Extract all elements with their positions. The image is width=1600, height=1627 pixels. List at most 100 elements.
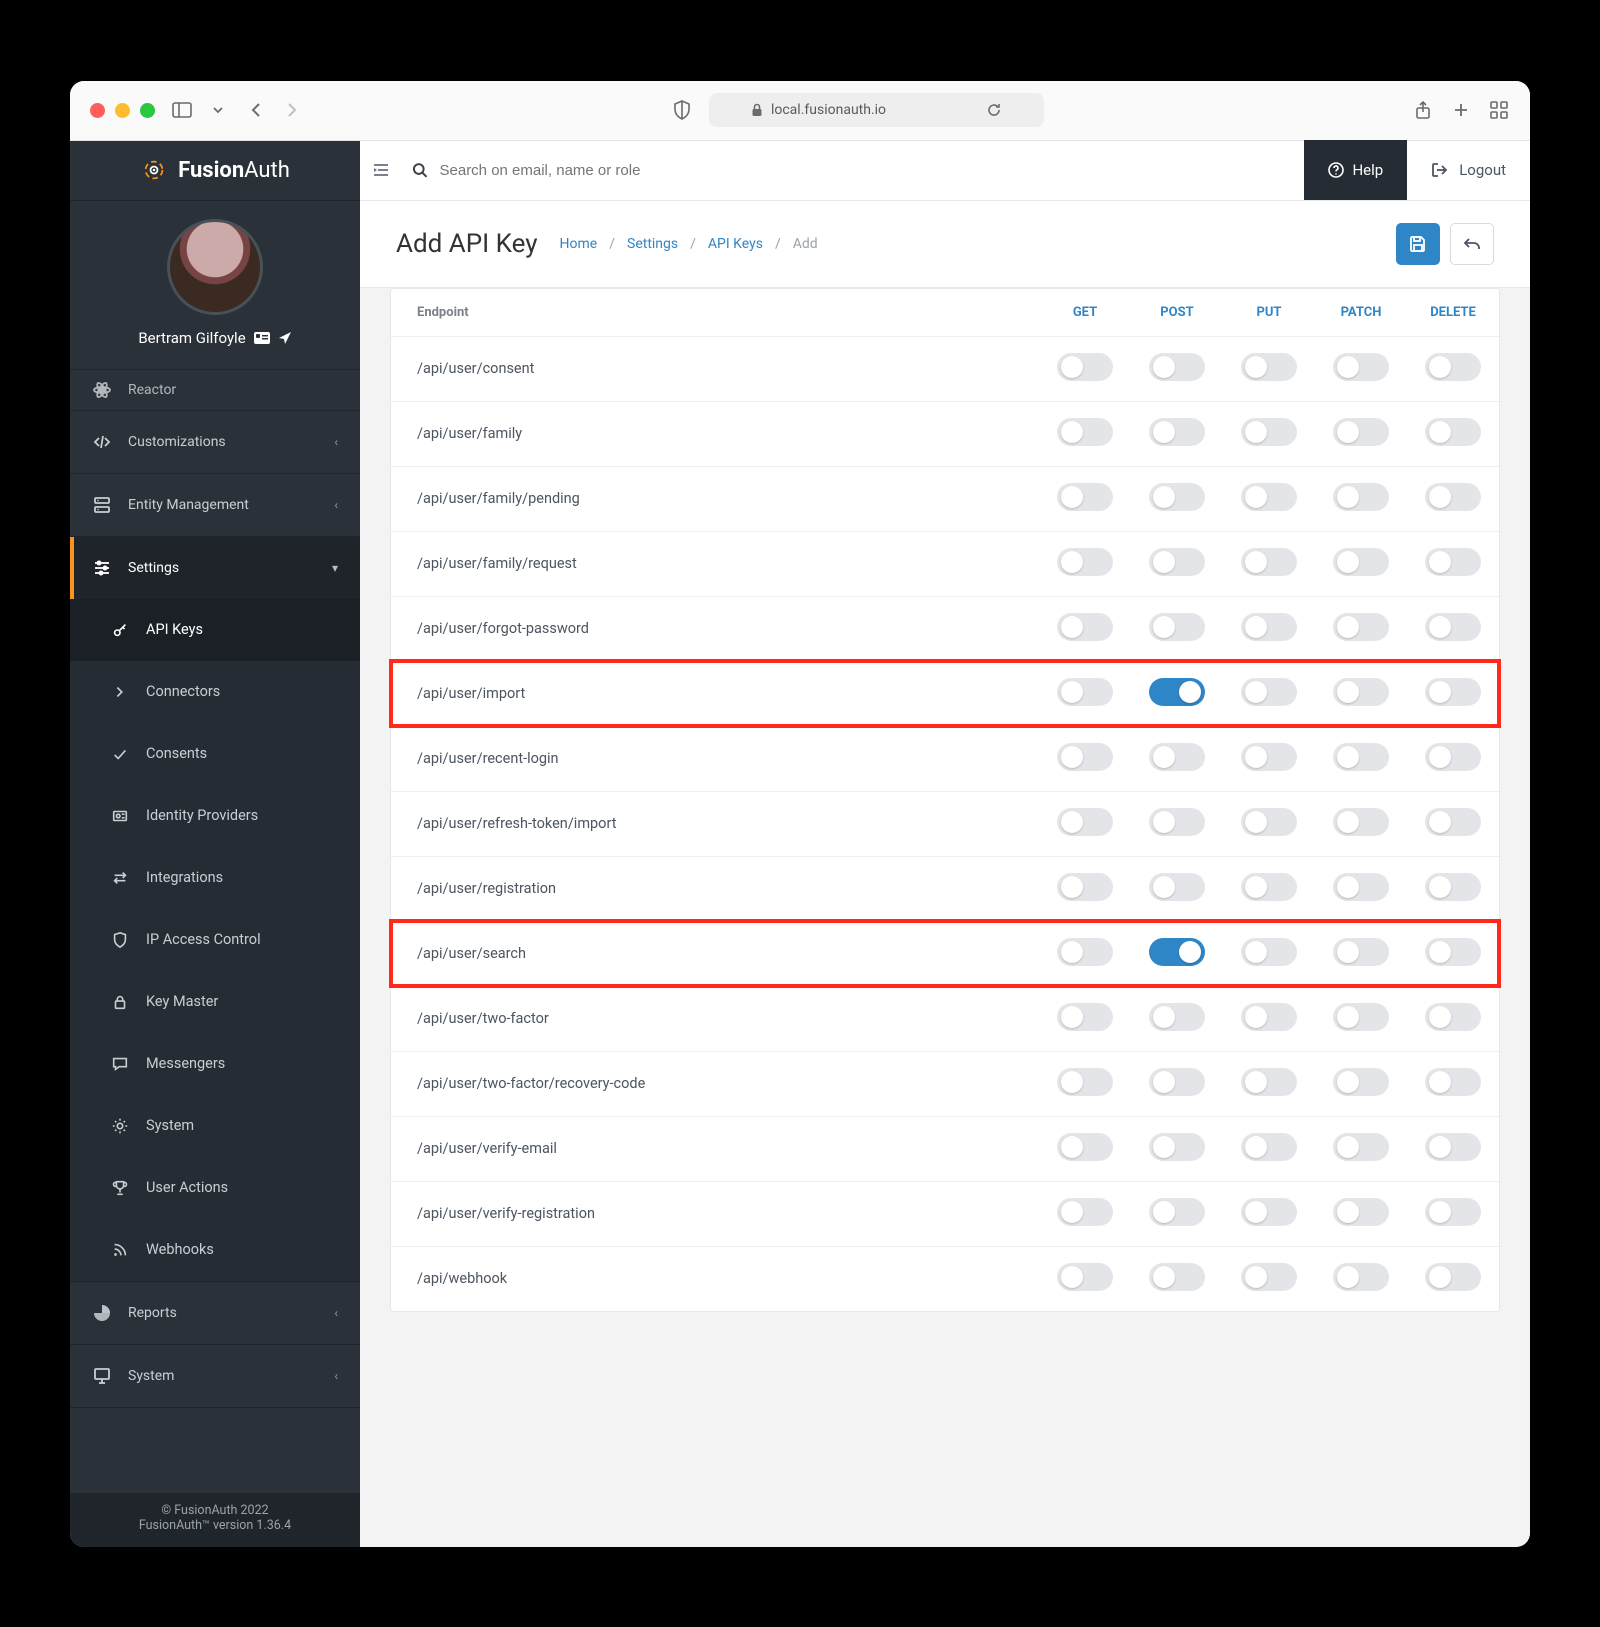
toggle-put[interactable] bbox=[1241, 548, 1297, 576]
sidebar-item-reactor[interactable]: Reactor bbox=[70, 370, 360, 410]
toggle-get[interactable] bbox=[1057, 678, 1113, 706]
chevron-down-icon[interactable] bbox=[207, 105, 229, 115]
toggle-put[interactable] bbox=[1241, 613, 1297, 641]
sidebar-item-webhooks[interactable]: Webhooks bbox=[70, 1219, 360, 1281]
col-put[interactable]: PUT bbox=[1223, 289, 1315, 337]
col-delete[interactable]: DELETE bbox=[1407, 289, 1499, 337]
toggle-delete[interactable] bbox=[1425, 808, 1481, 836]
toggle-patch[interactable] bbox=[1333, 1133, 1389, 1161]
search-box[interactable] bbox=[402, 162, 1304, 179]
toggle-get[interactable] bbox=[1057, 1198, 1113, 1226]
toggle-put[interactable] bbox=[1241, 353, 1297, 381]
sidebar-icon[interactable] bbox=[171, 102, 193, 118]
toggle-delete[interactable] bbox=[1425, 418, 1481, 446]
toggle-delete[interactable] bbox=[1425, 1198, 1481, 1226]
sidebar-item-customizations[interactable]: Customizations ‹ bbox=[70, 411, 360, 473]
toggle-get[interactable] bbox=[1057, 613, 1113, 641]
sidebar-item-ip access control[interactable]: IP Access Control bbox=[70, 909, 360, 971]
toggle-get[interactable] bbox=[1057, 1068, 1113, 1096]
toggle-patch[interactable] bbox=[1333, 483, 1389, 511]
toggle-post[interactable] bbox=[1149, 483, 1205, 511]
toggle-post[interactable] bbox=[1149, 613, 1205, 641]
tabs-grid-icon[interactable] bbox=[1488, 101, 1510, 119]
col-patch[interactable]: PATCH bbox=[1315, 289, 1407, 337]
toggle-delete[interactable] bbox=[1425, 678, 1481, 706]
search-input[interactable] bbox=[440, 162, 1295, 179]
toggle-delete[interactable] bbox=[1425, 1263, 1481, 1291]
help-button[interactable]: Help bbox=[1304, 140, 1407, 200]
sidebar-item-connectors[interactable]: Connectors bbox=[70, 661, 360, 723]
toggle-patch[interactable] bbox=[1333, 1003, 1389, 1031]
toggle-patch[interactable] bbox=[1333, 678, 1389, 706]
vcard-icon[interactable] bbox=[254, 332, 270, 344]
privacy-shield-icon[interactable] bbox=[671, 100, 693, 120]
toggle-post[interactable] bbox=[1149, 1198, 1205, 1226]
toggle-patch[interactable] bbox=[1333, 743, 1389, 771]
sidebar-item-api keys[interactable]: API Keys bbox=[70, 599, 360, 661]
toggle-put[interactable] bbox=[1241, 938, 1297, 966]
toggle-patch[interactable] bbox=[1333, 353, 1389, 381]
toggle-put[interactable] bbox=[1241, 1133, 1297, 1161]
toggle-post[interactable] bbox=[1149, 353, 1205, 381]
toggle-get[interactable] bbox=[1057, 1133, 1113, 1161]
sidebar-item-messengers[interactable]: Messengers bbox=[70, 1033, 360, 1095]
toggle-delete[interactable] bbox=[1425, 483, 1481, 511]
toggle-put[interactable] bbox=[1241, 873, 1297, 901]
reload-icon[interactable] bbox=[986, 102, 1002, 118]
toggle-get[interactable] bbox=[1057, 1263, 1113, 1291]
maximize-window-icon[interactable] bbox=[140, 103, 155, 118]
toggle-post[interactable] bbox=[1149, 1133, 1205, 1161]
toggle-delete[interactable] bbox=[1425, 548, 1481, 576]
save-button[interactable] bbox=[1396, 223, 1440, 265]
toggle-get[interactable] bbox=[1057, 873, 1113, 901]
sidebar-item-settings[interactable]: Settings ▾ bbox=[70, 537, 360, 599]
sidebar-item-system[interactable]: System ‹ bbox=[70, 1345, 360, 1407]
toggle-get[interactable] bbox=[1057, 483, 1113, 511]
sidebar-item-key master[interactable]: Key Master bbox=[70, 971, 360, 1033]
breadcrumb-link[interactable]: Home bbox=[560, 236, 598, 252]
back-button[interactable] bbox=[1450, 223, 1494, 265]
toggle-patch[interactable] bbox=[1333, 1263, 1389, 1291]
forward-icon[interactable] bbox=[281, 103, 303, 117]
toggle-post[interactable] bbox=[1149, 678, 1205, 706]
toggle-put[interactable] bbox=[1241, 1263, 1297, 1291]
sidebar-item-consents[interactable]: Consents bbox=[70, 723, 360, 785]
breadcrumb-link[interactable]: Settings bbox=[627, 236, 678, 252]
back-icon[interactable] bbox=[245, 103, 267, 117]
toggle-put[interactable] bbox=[1241, 808, 1297, 836]
toggle-get[interactable] bbox=[1057, 353, 1113, 381]
avatar[interactable] bbox=[167, 219, 263, 315]
toggle-patch[interactable] bbox=[1333, 1198, 1389, 1226]
toggle-put[interactable] bbox=[1241, 743, 1297, 771]
toggle-patch[interactable] bbox=[1333, 418, 1389, 446]
toggle-put[interactable] bbox=[1241, 1068, 1297, 1096]
share-icon[interactable] bbox=[1412, 101, 1434, 119]
toggle-patch[interactable] bbox=[1333, 548, 1389, 576]
toggle-get[interactable] bbox=[1057, 418, 1113, 446]
collapse-sidebar-button[interactable] bbox=[360, 163, 402, 177]
toggle-put[interactable] bbox=[1241, 418, 1297, 446]
toggle-put[interactable] bbox=[1241, 1198, 1297, 1226]
toggle-post[interactable] bbox=[1149, 873, 1205, 901]
toggle-post[interactable] bbox=[1149, 548, 1205, 576]
toggle-post[interactable] bbox=[1149, 1068, 1205, 1096]
toggle-delete[interactable] bbox=[1425, 938, 1481, 966]
toggle-put[interactable] bbox=[1241, 1003, 1297, 1031]
sidebar-item-user actions[interactable]: User Actions bbox=[70, 1157, 360, 1219]
toggle-patch[interactable] bbox=[1333, 1068, 1389, 1096]
logout-button[interactable]: Logout bbox=[1407, 140, 1530, 200]
toggle-post[interactable] bbox=[1149, 1003, 1205, 1031]
toggle-delete[interactable] bbox=[1425, 1133, 1481, 1161]
toggle-patch[interactable] bbox=[1333, 938, 1389, 966]
toggle-put[interactable] bbox=[1241, 483, 1297, 511]
toggle-patch[interactable] bbox=[1333, 808, 1389, 836]
toggle-get[interactable] bbox=[1057, 938, 1113, 966]
sidebar-item-system[interactable]: System bbox=[70, 1095, 360, 1157]
toggle-patch[interactable] bbox=[1333, 873, 1389, 901]
toggle-post[interactable] bbox=[1149, 1263, 1205, 1291]
toggle-post[interactable] bbox=[1149, 808, 1205, 836]
breadcrumb-link[interactable]: API Keys bbox=[708, 236, 763, 252]
toggle-post[interactable] bbox=[1149, 418, 1205, 446]
toggle-delete[interactable] bbox=[1425, 1068, 1481, 1096]
toggle-delete[interactable] bbox=[1425, 743, 1481, 771]
